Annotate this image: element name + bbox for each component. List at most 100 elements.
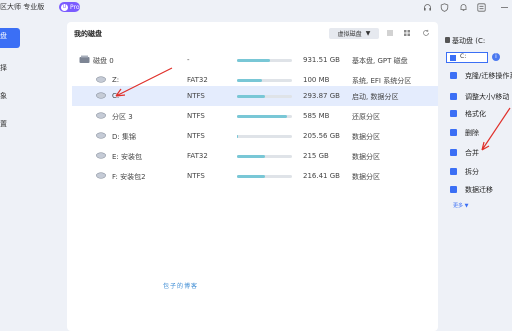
partition-info: 数据分区 (352, 153, 380, 161)
usage-bar (237, 175, 292, 178)
partition-name: E: 安装包 (112, 153, 143, 161)
partition-row[interactable]: C: NTFS 293.87 GB 启动, 数据分区 (72, 86, 438, 106)
virtual-disk-label: 虚拟磁盘 (337, 31, 362, 38)
partition-size: 215 GB (303, 152, 329, 160)
disk-icon (79, 55, 90, 64)
partition-info: 数据分区 (352, 133, 380, 141)
drive-label: C: (460, 53, 467, 60)
partition-info: 系统, EFI 系统分区 (352, 77, 412, 85)
shield-icon[interactable] (440, 3, 449, 12)
partition-name: 磁盘 0 (93, 57, 114, 65)
selected-drive-chip[interactable]: C: (446, 52, 488, 63)
pro-badge[interactable]: U Pro (59, 2, 80, 12)
action-label: 合并 (465, 149, 479, 157)
selected-partition-title: 基动盘 (C: (452, 37, 486, 45)
title-bar: 区大师 专业版 U Pro (0, 0, 512, 15)
more-button[interactable]: 更多 ▼ (453, 202, 468, 209)
sidebar-item-2[interactable]: 择 (0, 60, 64, 76)
usage-fill (237, 155, 265, 158)
partition-name: D: 集锦 (112, 133, 136, 141)
sidebar-item-3[interactable]: 象 (0, 88, 64, 104)
partition-info: 启动, 数据分区 (352, 93, 399, 101)
usage-bar (237, 95, 292, 98)
drive-icon (445, 37, 450, 43)
grid-view-icon[interactable] (403, 29, 411, 39)
partition-icon (96, 152, 106, 159)
partition-size: 293.87 GB (303, 92, 340, 100)
filesystem: FAT32 (187, 152, 208, 160)
sidebar-item-label: 象 (0, 92, 7, 100)
filesystem: - (187, 56, 190, 64)
filesystem: NTFS (187, 112, 205, 120)
usage-bar (237, 79, 292, 82)
page-title: 我的磁盘 (74, 30, 102, 38)
usage-bar (237, 59, 292, 62)
partition-icon (96, 132, 106, 139)
partition-info: 基本盘, GPT 磁盘 (352, 57, 408, 65)
filesystem: FAT32 (187, 76, 208, 84)
bell-icon[interactable] (459, 3, 468, 12)
partition-name: C: (112, 92, 120, 100)
filesystem: NTFS (187, 92, 205, 100)
filesystem: NTFS (187, 132, 205, 140)
windows-icon (450, 72, 457, 79)
action-label: 克隆/迁移操作系 (465, 72, 512, 80)
sidebar-item-4[interactable]: 置 (0, 116, 64, 132)
filesystem: NTFS (187, 172, 205, 180)
pro-badge-u: U (61, 3, 68, 11)
virtual-disk-button[interactable]: 虚拟磁盘 ▼ (329, 28, 379, 39)
partition-row[interactable]: E: 安装包 FAT32 215 GB 数据分区 (72, 146, 438, 166)
list-view-icon[interactable] (386, 29, 394, 39)
usage-fill (237, 59, 270, 62)
sidebar-item-label: 置 (0, 120, 7, 128)
partition-name: F: 安装包2 (112, 173, 146, 181)
action-label: 删除 (465, 129, 479, 137)
headset-icon[interactable] (423, 3, 432, 12)
minimize-icon[interactable] (500, 3, 509, 12)
disk-panel: 我的磁盘 虚拟磁盘 ▼ 磁盘 0 - 931.51 GB 基本盘, GPT 磁盘 Z: F… (67, 22, 438, 331)
usage-fill (237, 95, 265, 98)
disk-row[interactable]: 磁盘 0 - 931.51 GB 基本盘, GPT 磁盘 (72, 50, 438, 70)
partition-size: 931.51 GB (303, 56, 340, 64)
split-icon (450, 168, 457, 175)
merge-icon (450, 149, 457, 156)
action-label: 格式化 (465, 110, 486, 118)
partition-icon (96, 112, 106, 119)
app-title: 区大师 专业版 (0, 3, 45, 11)
action-label: 调整大小/移动 (465, 93, 510, 101)
partition-row[interactable]: 分区 3 NTFS 585 MB 还原分区 (72, 106, 438, 126)
trash-icon (450, 129, 457, 136)
partition-info: 数据分区 (352, 173, 380, 181)
pro-badge-label: Pro (70, 3, 80, 11)
sidebar-item-disk[interactable]: 盘 (0, 28, 20, 48)
partition-info: 还原分区 (352, 113, 380, 121)
partition-size: 216.41 GB (303, 172, 340, 180)
format-icon (450, 110, 457, 117)
usage-bar (237, 135, 292, 138)
menu-icon[interactable] (477, 3, 486, 12)
partition-row[interactable]: D: 集锦 NTFS 205.56 GB 数据分区 (72, 126, 438, 146)
refresh-icon[interactable] (422, 29, 430, 39)
usage-bar (237, 155, 292, 158)
watermark: 包子的博客 (163, 283, 199, 290)
usage-fill (237, 175, 265, 178)
usage-fill (237, 115, 287, 118)
partition-size: 100 MB (303, 76, 330, 84)
usage-fill (237, 79, 262, 82)
usage-bar (237, 115, 292, 118)
migration-icon (450, 186, 457, 193)
partition-size: 585 MB (303, 112, 330, 120)
partition-name: Z: (112, 76, 120, 84)
windows-drive-icon (450, 55, 456, 61)
sidebar: 盘 择 象 置 (0, 28, 64, 144)
resize-icon (450, 93, 457, 100)
info-icon[interactable]: i (492, 53, 500, 61)
partition-row[interactable]: F: 安装包2 NTFS 216.41 GB 数据分区 (72, 166, 438, 186)
action-label: 数据迁移 (465, 186, 493, 194)
partition-icon (96, 92, 106, 99)
action-label: 拆分 (465, 168, 479, 176)
partition-size: 205.56 GB (303, 132, 340, 140)
partition-icon (96, 76, 106, 83)
sidebar-item-label: 择 (0, 64, 7, 72)
sidebar-item-label: 盘 (0, 32, 7, 40)
